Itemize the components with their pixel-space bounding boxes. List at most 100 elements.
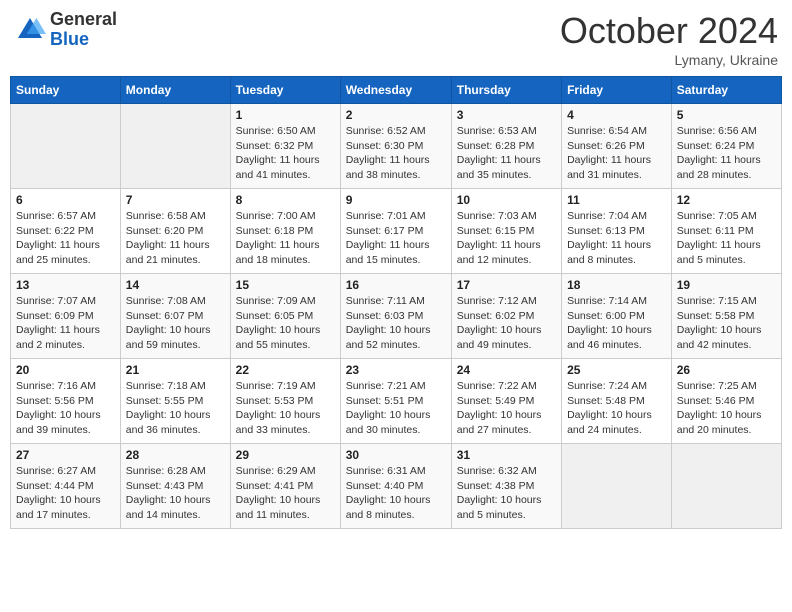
day-info: Sunrise: 7:01 AM Sunset: 6:17 PM Dayligh… xyxy=(346,209,446,268)
month-title: October 2024 xyxy=(560,10,778,52)
day-header: Monday xyxy=(120,77,230,104)
calendar-cell: 28 Sunrise: 6:28 AM Sunset: 4:43 PM Dayli… xyxy=(120,444,230,529)
day-info: Sunrise: 6:53 AM Sunset: 6:28 PM Dayligh… xyxy=(457,124,556,183)
calendar-cell: 31 Sunrise: 6:32 AM Sunset: 4:38 PM Dayli… xyxy=(451,444,561,529)
day-number: 11 xyxy=(567,193,666,207)
day-header: Friday xyxy=(562,77,672,104)
day-number: 13 xyxy=(16,278,115,292)
calendar-cell: 11Sunrise: 7:04 AM Sunset: 6:13 PM Dayli… xyxy=(562,189,672,274)
day-info: Sunrise: 7:15 AM Sunset: 5:58 PM Dayligh… xyxy=(677,294,776,353)
calendar-week-row: 27 Sunrise: 6:27 AM Sunset: 4:44 PM Dayli… xyxy=(11,444,782,529)
calendar-week-row: 20 Sunrise: 7:16 AM Sunset: 5:56 PM Dayli… xyxy=(11,359,782,444)
calendar-cell: 10Sunrise: 7:03 AM Sunset: 6:15 PM Dayli… xyxy=(451,189,561,274)
calendar-week-row: 13 Sunrise: 7:07 AM Sunset: 6:09 PM Dayli… xyxy=(11,274,782,359)
calendar-cell: 12 Sunrise: 7:05 AM Sunset: 6:11 PM Dayli… xyxy=(671,189,781,274)
logo-icon xyxy=(14,14,46,46)
day-number: 15 xyxy=(236,278,335,292)
day-info: Sunrise: 6:54 AM Sunset: 6:26 PM Dayligh… xyxy=(567,124,666,183)
day-info: Sunrise: 7:11 AM Sunset: 6:03 PM Dayligh… xyxy=(346,294,446,353)
calendar-cell: 9 Sunrise: 7:01 AM Sunset: 6:17 PM Daylig… xyxy=(340,189,451,274)
day-number: 8 xyxy=(236,193,335,207)
day-number: 17 xyxy=(457,278,556,292)
page-header: General Blue October 2024 Lymany, Ukrain… xyxy=(10,10,782,68)
calendar-cell: 30 Sunrise: 6:31 AM Sunset: 4:40 PM Dayli… xyxy=(340,444,451,529)
calendar-cell: 4 Sunrise: 6:54 AM Sunset: 6:26 PM Daylig… xyxy=(562,104,672,189)
day-number: 14 xyxy=(126,278,225,292)
day-info: Sunrise: 7:05 AM Sunset: 6:11 PM Dayligh… xyxy=(677,209,776,268)
calendar-cell: 3 Sunrise: 6:53 AM Sunset: 6:28 PM Daylig… xyxy=(451,104,561,189)
day-info: Sunrise: 7:16 AM Sunset: 5:56 PM Dayligh… xyxy=(16,379,115,438)
day-info: Sunrise: 6:56 AM Sunset: 6:24 PM Dayligh… xyxy=(677,124,776,183)
day-info: Sunrise: 7:12 AM Sunset: 6:02 PM Dayligh… xyxy=(457,294,556,353)
day-info: Sunrise: 7:18 AM Sunset: 5:55 PM Dayligh… xyxy=(126,379,225,438)
calendar-table: SundayMondayTuesdayWednesdayThursdayFrid… xyxy=(10,76,782,529)
day-number: 29 xyxy=(236,448,335,462)
day-number: 25 xyxy=(567,363,666,377)
day-info: Sunrise: 7:07 AM Sunset: 6:09 PM Dayligh… xyxy=(16,294,115,353)
calendar-cell: 24 Sunrise: 7:22 AM Sunset: 5:49 PM Dayli… xyxy=(451,359,561,444)
day-info: Sunrise: 6:58 AM Sunset: 6:20 PM Dayligh… xyxy=(126,209,225,268)
day-number: 30 xyxy=(346,448,446,462)
calendar-cell xyxy=(120,104,230,189)
day-number: 28 xyxy=(126,448,225,462)
location-subtitle: Lymany, Ukraine xyxy=(560,52,778,68)
day-number: 19 xyxy=(677,278,776,292)
logo-text: General Blue xyxy=(50,10,117,50)
calendar-cell xyxy=(671,444,781,529)
day-number: 5 xyxy=(677,108,776,122)
day-number: 21 xyxy=(126,363,225,377)
calendar-cell: 7Sunrise: 6:58 AM Sunset: 6:20 PM Daylig… xyxy=(120,189,230,274)
calendar-cell: 26 Sunrise: 7:25 AM Sunset: 5:46 PM Dayli… xyxy=(671,359,781,444)
day-number: 3 xyxy=(457,108,556,122)
day-number: 27 xyxy=(16,448,115,462)
calendar-cell: 29 Sunrise: 6:29 AM Sunset: 4:41 PM Dayli… xyxy=(230,444,340,529)
day-info: Sunrise: 6:50 AM Sunset: 6:32 PM Dayligh… xyxy=(236,124,335,183)
day-number: 4 xyxy=(567,108,666,122)
calendar-cell: 18Sunrise: 7:14 AM Sunset: 6:00 PM Dayli… xyxy=(562,274,672,359)
calendar-cell: 25 Sunrise: 7:24 AM Sunset: 5:48 PM Dayli… xyxy=(562,359,672,444)
day-number: 23 xyxy=(346,363,446,377)
calendar-cell: 23 Sunrise: 7:21 AM Sunset: 5:51 PM Dayli… xyxy=(340,359,451,444)
title-block: October 2024 Lymany, Ukraine xyxy=(560,10,778,68)
day-number: 9 xyxy=(346,193,446,207)
day-info: Sunrise: 6:27 AM Sunset: 4:44 PM Dayligh… xyxy=(16,464,115,523)
day-info: Sunrise: 7:21 AM Sunset: 5:51 PM Dayligh… xyxy=(346,379,446,438)
calendar-cell: 13 Sunrise: 7:07 AM Sunset: 6:09 PM Dayli… xyxy=(11,274,121,359)
day-header: Sunday xyxy=(11,77,121,104)
day-number: 20 xyxy=(16,363,115,377)
day-number: 24 xyxy=(457,363,556,377)
logo-general: General xyxy=(50,10,117,30)
day-info: Sunrise: 7:08 AM Sunset: 6:07 PM Dayligh… xyxy=(126,294,225,353)
day-number: 18 xyxy=(567,278,666,292)
day-number: 6 xyxy=(16,193,115,207)
day-number: 22 xyxy=(236,363,335,377)
calendar-cell: 6 Sunrise: 6:57 AM Sunset: 6:22 PM Daylig… xyxy=(11,189,121,274)
day-info: Sunrise: 7:09 AM Sunset: 6:05 PM Dayligh… xyxy=(236,294,335,353)
day-header: Saturday xyxy=(671,77,781,104)
day-number: 2 xyxy=(346,108,446,122)
day-number: 1 xyxy=(236,108,335,122)
day-number: 12 xyxy=(677,193,776,207)
calendar-cell: 19 Sunrise: 7:15 AM Sunset: 5:58 PM Dayli… xyxy=(671,274,781,359)
calendar-header-row: SundayMondayTuesdayWednesdayThursdayFrid… xyxy=(11,77,782,104)
day-info: Sunrise: 6:29 AM Sunset: 4:41 PM Dayligh… xyxy=(236,464,335,523)
day-info: Sunrise: 6:57 AM Sunset: 6:22 PM Dayligh… xyxy=(16,209,115,268)
calendar-cell: 20 Sunrise: 7:16 AM Sunset: 5:56 PM Dayli… xyxy=(11,359,121,444)
calendar-cell: 1 Sunrise: 6:50 AM Sunset: 6:32 PM Daylig… xyxy=(230,104,340,189)
day-info: Sunrise: 6:31 AM Sunset: 4:40 PM Dayligh… xyxy=(346,464,446,523)
day-number: 31 xyxy=(457,448,556,462)
day-info: Sunrise: 7:22 AM Sunset: 5:49 PM Dayligh… xyxy=(457,379,556,438)
day-info: Sunrise: 7:24 AM Sunset: 5:48 PM Dayligh… xyxy=(567,379,666,438)
calendar-cell: 27 Sunrise: 6:27 AM Sunset: 4:44 PM Dayli… xyxy=(11,444,121,529)
calendar-week-row: 1 Sunrise: 6:50 AM Sunset: 6:32 PM Daylig… xyxy=(11,104,782,189)
day-info: Sunrise: 7:19 AM Sunset: 5:53 PM Dayligh… xyxy=(236,379,335,438)
day-header: Thursday xyxy=(451,77,561,104)
day-info: Sunrise: 6:32 AM Sunset: 4:38 PM Dayligh… xyxy=(457,464,556,523)
day-number: 26 xyxy=(677,363,776,377)
calendar-cell: 17 Sunrise: 7:12 AM Sunset: 6:02 PM Dayli… xyxy=(451,274,561,359)
day-number: 10 xyxy=(457,193,556,207)
day-info: Sunrise: 6:52 AM Sunset: 6:30 PM Dayligh… xyxy=(346,124,446,183)
day-info: Sunrise: 6:28 AM Sunset: 4:43 PM Dayligh… xyxy=(126,464,225,523)
day-info: Sunrise: 7:25 AM Sunset: 5:46 PM Dayligh… xyxy=(677,379,776,438)
day-header: Wednesday xyxy=(340,77,451,104)
